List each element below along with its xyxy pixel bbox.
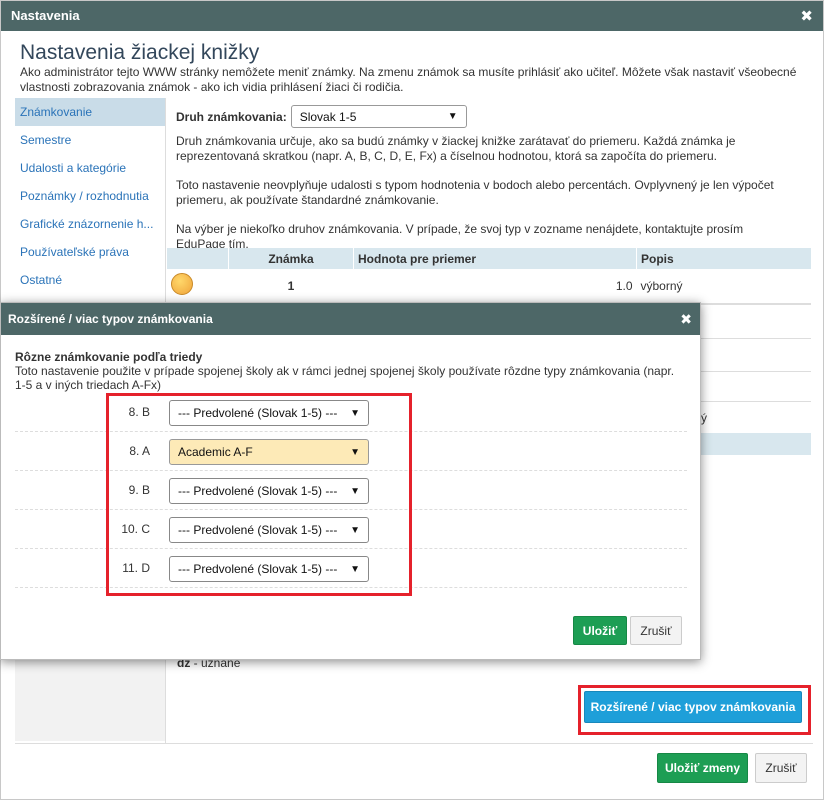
table-header: Popis: [636, 248, 811, 269]
sidebar-item-znamkovanie[interactable]: Známkovanie: [15, 98, 165, 126]
dialog-cancel-button[interactable]: Zrušiť: [630, 616, 682, 645]
grades-table: Známka Hodnota pre priemer Popis 1 1.0 v…: [166, 248, 811, 304]
value-cell: 1.0: [353, 269, 637, 304]
page-title: Nastavenia žiackej knižky: [20, 41, 260, 64]
table-cell-partial: ý: [701, 411, 707, 425]
table-row: 1 1.0 výborný: [166, 269, 811, 304]
sidebar-item-udalosti[interactable]: Udalosti a kategórie: [15, 154, 165, 182]
grade-cell: 1: [228, 269, 354, 304]
table-header: Známka: [228, 248, 354, 269]
grading-type-select[interactable]: Slovak 1-5 ▼: [290, 105, 467, 128]
settings-sidebar: Známkovanie Semestre Udalosti a kategóri…: [15, 98, 165, 294]
advanced-grading-button[interactable]: Rozšírené / viac typov známkovania: [584, 691, 802, 723]
close-icon[interactable]: ✖: [680, 311, 692, 328]
grading-info-text: Druh známkovania určuje, ako sa budú zná…: [176, 134, 736, 163]
window-title: Nastavenia: [11, 8, 80, 23]
cancel-button[interactable]: Zrušiť: [755, 753, 807, 783]
sidebar-item-prava[interactable]: Používateľské práva: [15, 238, 165, 266]
sidebar-item-ostatne[interactable]: Ostatné: [15, 266, 165, 294]
smiley-icon: [170, 273, 193, 296]
footer-divider: [15, 743, 813, 744]
settings-titlebar: Nastavenia ✖: [1, 1, 823, 31]
page-description: Ako administrátor tejto WWW stránky nemô…: [20, 65, 797, 94]
sidebar-item-poznamky[interactable]: Poznámky / rozhodnutia: [15, 182, 165, 210]
chevron-down-icon: ▼: [447, 111, 458, 122]
highlight-frame: [106, 393, 412, 596]
dialog-description: Toto nastavenie použite v prípade spojen…: [15, 364, 675, 392]
grading-info-text: Toto nastavenie neovplyňuje udalosti s t…: [176, 178, 774, 207]
dialog-save-button[interactable]: Uložiť: [573, 616, 627, 645]
close-icon[interactable]: ✖: [800, 7, 813, 25]
sidebar-item-graficke[interactable]: Grafické znázornenie h...: [15, 210, 165, 238]
grading-type-value: Slovak 1-5: [299, 109, 357, 124]
table-header-band: [701, 433, 811, 455]
save-changes-button[interactable]: Uložiť zmeny: [657, 753, 748, 783]
grading-type-row: Druh známkovania: Slovak 1-5 ▼: [176, 105, 816, 128]
dialog-titlebar: Rozšírené / viac typov známkovania ✖: [1, 303, 700, 335]
dialog-title: Rozšírené / viac typov známkovania: [8, 312, 213, 326]
grading-type-label: Druh známkovania:: [176, 109, 287, 124]
grading-content: Druh známkovania: Slovak 1-5 ▼ Druh znám…: [176, 105, 816, 252]
sidebar-item-semestre[interactable]: Semestre: [15, 126, 165, 154]
table-header: Hodnota pre priemer: [353, 248, 637, 269]
dialog-heading: Rôzne známkovanie podľa triedy: [15, 350, 203, 364]
table-header: [166, 248, 229, 269]
description-cell: výborný: [636, 269, 811, 304]
grade-icon-cell: [166, 269, 229, 304]
